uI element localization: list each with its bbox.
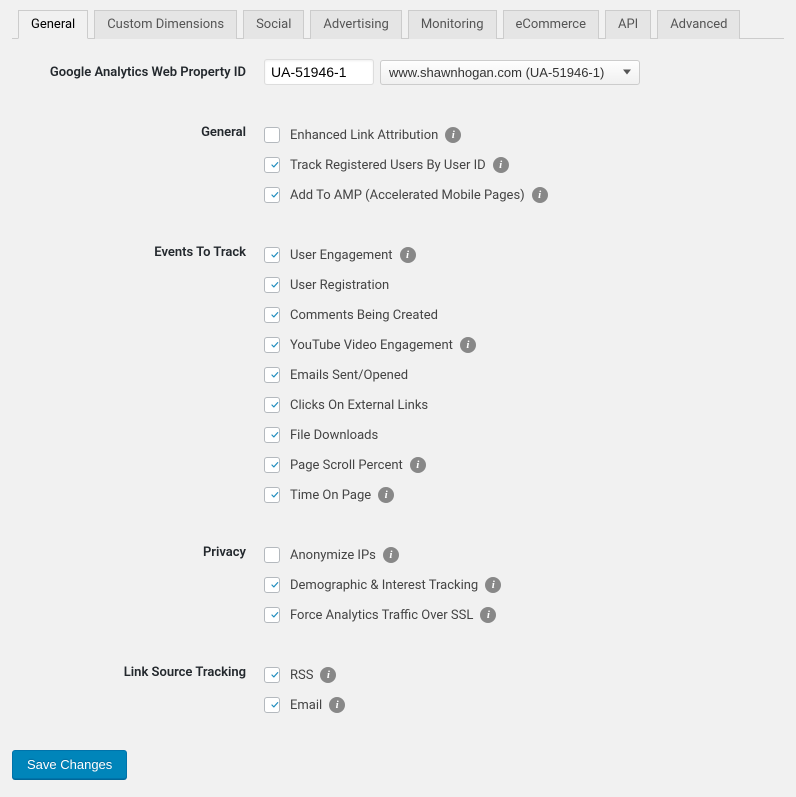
checkbox-label[interactable]: Page Scroll Percent: [290, 458, 403, 473]
section-label-events: Events To Track: [12, 240, 264, 260]
option-row: Comments Being Created: [264, 300, 784, 330]
option-row: YouTube Video Engagement i: [264, 330, 784, 360]
option-row: RSS i: [264, 660, 784, 690]
option-row: Time On Page i: [264, 480, 784, 510]
checkbox[interactable]: [264, 577, 280, 593]
tab-bar: GeneralCustom DimensionsSocialAdvertisin…: [12, 0, 784, 39]
tab-ecommerce[interactable]: eCommerce: [503, 10, 599, 39]
checkbox[interactable]: [264, 187, 280, 203]
info-icon[interactable]: i: [532, 187, 548, 203]
option-row: Demographic & Interest Tracking i: [264, 570, 784, 600]
chevron-down-icon: [623, 70, 631, 75]
tab-monitoring[interactable]: Monitoring: [408, 10, 497, 39]
checkbox[interactable]: [264, 157, 280, 173]
info-icon[interactable]: i: [445, 127, 461, 143]
checkbox-label[interactable]: Anonymize IPs: [290, 548, 376, 563]
property-id-label: Google Analytics Web Property ID: [12, 59, 264, 80]
section-label-general: General: [12, 120, 264, 140]
checkbox[interactable]: [264, 697, 280, 713]
info-icon[interactable]: i: [480, 607, 496, 623]
tab-social[interactable]: Social: [243, 10, 304, 39]
option-row: Force Analytics Traffic Over SSL i: [264, 600, 784, 630]
option-row: Anonymize IPs i: [264, 540, 784, 570]
tab-general[interactable]: General: [18, 10, 88, 39]
tab-custom-dimensions[interactable]: Custom Dimensions: [94, 10, 237, 39]
checkbox-label[interactable]: Clicks On External Links: [290, 398, 428, 413]
info-icon[interactable]: i: [378, 487, 394, 503]
checkbox[interactable]: [264, 307, 280, 323]
checkbox[interactable]: [264, 277, 280, 293]
checkbox-label[interactable]: Emails Sent/Opened: [290, 368, 408, 383]
checkbox[interactable]: [264, 247, 280, 263]
checkbox[interactable]: [264, 547, 280, 563]
save-changes-button[interactable]: Save Changes: [12, 750, 127, 779]
checkbox-label[interactable]: Add To AMP (Accelerated Mobile Pages): [290, 188, 525, 203]
checkbox[interactable]: [264, 127, 280, 143]
option-row: Emaili: [264, 690, 784, 720]
checkbox-label[interactable]: Demographic & Interest Tracking: [290, 578, 478, 593]
info-icon[interactable]: i: [460, 337, 476, 353]
checkbox-label[interactable]: Enhanced Link Attribution: [290, 128, 438, 143]
property-select[interactable]: www.shawnhogan.com (UA-51946-1): [380, 60, 640, 85]
section-privacy: PrivacyAnonymize IPsiDemographic & Inter…: [12, 540, 784, 630]
info-icon[interactable]: i: [320, 667, 336, 683]
checkbox[interactable]: [264, 667, 280, 683]
option-row: Enhanced Link Attribution i: [264, 120, 784, 150]
property-select-display: www.shawnhogan.com (UA-51946-1): [389, 65, 604, 80]
checkbox-label[interactable]: File Downloads: [290, 428, 378, 443]
option-row: Clicks On External Links: [264, 390, 784, 420]
info-icon[interactable]: i: [400, 247, 416, 263]
option-row: File Downloads: [264, 420, 784, 450]
property-id-row: Google Analytics Web Property ID www.sha…: [12, 59, 784, 85]
info-icon[interactable]: i: [485, 577, 501, 593]
tab-api[interactable]: API: [605, 10, 651, 39]
info-icon[interactable]: i: [410, 457, 426, 473]
option-row: User Engagement i: [264, 240, 784, 270]
option-row: Add To AMP (Accelerated Mobile Pages) i: [264, 180, 784, 210]
info-icon[interactable]: i: [329, 697, 345, 713]
option-row: Page Scroll Percent i: [264, 450, 784, 480]
checkbox-label[interactable]: Track Registered Users By User ID: [290, 158, 486, 173]
tab-advertising[interactable]: Advertising: [310, 10, 401, 39]
property-id-input[interactable]: [264, 59, 374, 85]
checkbox-label[interactable]: Email: [290, 698, 322, 713]
info-icon[interactable]: i: [493, 157, 509, 173]
checkbox-label[interactable]: YouTube Video Engagement: [290, 338, 453, 353]
option-row: Track Registered Users By User ID i: [264, 150, 784, 180]
checkbox[interactable]: [264, 607, 280, 623]
section-general: GeneralEnhanced Link AttributioniTrack R…: [12, 120, 784, 210]
tab-advanced[interactable]: Advanced: [657, 10, 740, 39]
option-row: Emails Sent/Opened: [264, 360, 784, 390]
checkbox-label[interactable]: User Registration: [290, 278, 389, 293]
section-label-link_source: Link Source Tracking: [12, 660, 264, 680]
checkbox[interactable]: [264, 397, 280, 413]
checkbox[interactable]: [264, 337, 280, 353]
section-link_source: Link Source TrackingRSSiEmaili: [12, 660, 784, 720]
checkbox-label[interactable]: Time On Page: [290, 488, 371, 503]
section-label-privacy: Privacy: [12, 540, 264, 560]
checkbox-label[interactable]: Comments Being Created: [290, 308, 438, 323]
checkbox[interactable]: [264, 427, 280, 443]
checkbox[interactable]: [264, 457, 280, 473]
checkbox-label[interactable]: RSS: [290, 668, 313, 683]
checkbox[interactable]: [264, 487, 280, 503]
option-row: User Registration: [264, 270, 784, 300]
checkbox-label[interactable]: Force Analytics Traffic Over SSL: [290, 608, 473, 623]
checkbox[interactable]: [264, 367, 280, 383]
checkbox-label[interactable]: User Engagement: [290, 248, 393, 263]
section-events: Events To Track User Engagement i User Regi…: [12, 240, 784, 510]
info-icon[interactable]: i: [383, 547, 399, 563]
